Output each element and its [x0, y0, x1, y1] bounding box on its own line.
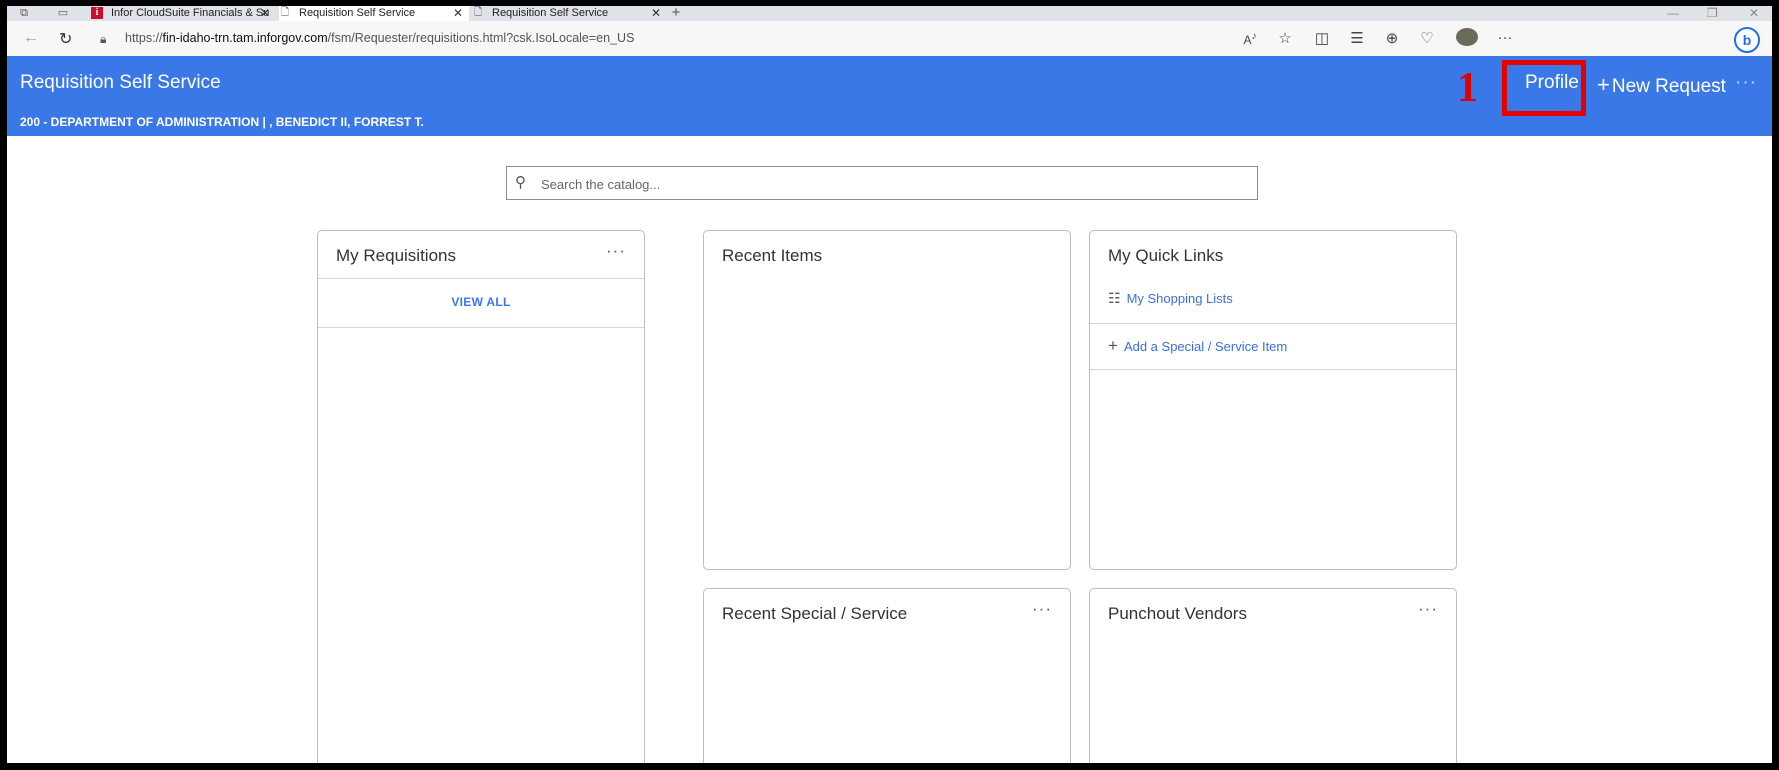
split-screen-icon[interactable]: ◫ [1312, 29, 1332, 47]
address-bar: ← ↻ 🔒︎ https://fin-idaho-trn.tam.inforgo… [7, 21, 1772, 57]
catalog-search[interactable]: ⚲ [506, 166, 1258, 200]
tab-infor-cloudsuite[interactable]: i Infor CloudSuite Financials & Su ✕ [91, 6, 276, 21]
close-tab-icon[interactable]: ✕ [651, 6, 661, 20]
new-tab-icon[interactable]: + [669, 6, 683, 20]
card-title: Punchout Vendors [1108, 604, 1247, 623]
tab-label: Requisition Self Service [299, 7, 416, 19]
workspaces-icon[interactable]: ⧉ [17, 7, 31, 19]
recent-special-card: Recent Special / Service ··· [703, 588, 1071, 763]
link-label: Add a Special / Service Item [1123, 339, 1288, 354]
card-title: Recent Items [722, 246, 823, 265]
favorite-star-icon[interactable]: ☆ [1275, 29, 1295, 47]
url-prefix: https:// [125, 31, 163, 45]
tab-label: Requisition Self Service [492, 7, 609, 19]
close-tab-icon[interactable]: ✕ [453, 6, 463, 20]
back-icon[interactable]: ← [23, 29, 39, 47]
collections-icon[interactable]: ⊕ [1382, 29, 1402, 47]
card-menu-icon[interactable]: ··· [606, 241, 626, 261]
card-menu-icon[interactable]: ··· [1418, 599, 1438, 619]
user-context: 200 - DEPARTMENT OF ADMINISTRATION | , B… [20, 115, 424, 129]
shopping-lists-link[interactable]: ☷ My Shopping Lists [1108, 290, 1233, 307]
search-input[interactable] [539, 173, 1243, 195]
view-all-link[interactable]: VIEW ALL [318, 295, 644, 309]
divider [1090, 323, 1456, 324]
refresh-icon[interactable]: ↻ [59, 29, 72, 49]
favorites-icon[interactable]: ☰ [1347, 29, 1367, 47]
tab-strip: ⧉ ▭ i Infor CloudSuite Financials & Su ✕ … [7, 6, 1772, 21]
more-options-icon[interactable]: ··· [1735, 72, 1757, 94]
search-icon: ⚲ [515, 174, 526, 191]
plus-icon: + [1108, 336, 1118, 355]
browser-window: ⧉ ▭ i Infor CloudSuite Financials & Su ✕ … [7, 6, 1772, 763]
add-special-item-link[interactable]: + Add a Special / Service Item [1108, 336, 1287, 356]
close-tab-icon[interactable]: ✕ [260, 6, 270, 20]
divider [318, 278, 644, 279]
vertical-tabs-icon[interactable]: ▭ [56, 7, 70, 19]
quick-links-card: My Quick Links ☷ My Shopping Lists + Add a… [1089, 230, 1457, 570]
divider [318, 327, 644, 328]
new-request-button[interactable]: + New Request [1597, 72, 1726, 98]
card-title: Recent Special / Service [722, 604, 908, 623]
settings-more-icon[interactable]: ··· [1495, 29, 1515, 46]
page-icon: 🗋 [473, 7, 483, 19]
url-host: fin-idaho-trn.tam.inforgov.com [162, 31, 328, 45]
tab-label: Infor CloudSuite Financials & Su [111, 7, 270, 19]
bing-copilot-icon[interactable]: b [1734, 27, 1760, 53]
list-icon: ☷ [1108, 290, 1121, 306]
app-title: Requisition Self Service [20, 72, 221, 93]
tab-requisition-self-service[interactable]: 🗋 Requisition Self Service ✕ [472, 6, 667, 21]
close-window-icon[interactable]: ✕ [1749, 6, 1759, 20]
divider [1090, 369, 1456, 370]
infor-logo-icon: i [91, 7, 103, 20]
page-icon: 🗋 [280, 7, 290, 19]
tab-requisition-self-service-active[interactable]: 🗋 Requisition Self Service ✕ [279, 6, 469, 21]
my-requisitions-card: My Requisitions ··· VIEW ALL [317, 230, 645, 763]
highlight-box [1502, 60, 1586, 116]
browser-essentials-icon[interactable]: ♡ [1417, 29, 1437, 47]
url-field[interactable]: https://fin-idaho-trn.tam.inforgov.com/f… [125, 31, 634, 45]
user-avatar-icon[interactable] [1456, 28, 1478, 46]
step-number: 1 [1457, 65, 1478, 111]
new-request-label: New Request [1611, 76, 1726, 97]
plus-icon: + [1597, 72, 1610, 97]
link-label: My Shopping Lists [1126, 291, 1233, 306]
minimize-icon[interactable]: — [1667, 6, 1679, 20]
lock-icon[interactable]: 🔒︎ [100, 32, 106, 47]
read-aloud-icon[interactable]: A♪ [1240, 31, 1260, 47]
recent-items-card: Recent Items [703, 230, 1071, 570]
restore-icon[interactable]: ❐ [1707, 6, 1718, 20]
card-menu-icon[interactable]: ··· [1032, 599, 1052, 619]
card-title: My Requisitions [336, 246, 456, 265]
punchout-vendors-card: Punchout Vendors ··· [1089, 588, 1457, 763]
url-path: /fsm/Requester/requisitions.html?csk.Iso… [327, 31, 635, 45]
card-title: My Quick Links [1108, 246, 1224, 265]
